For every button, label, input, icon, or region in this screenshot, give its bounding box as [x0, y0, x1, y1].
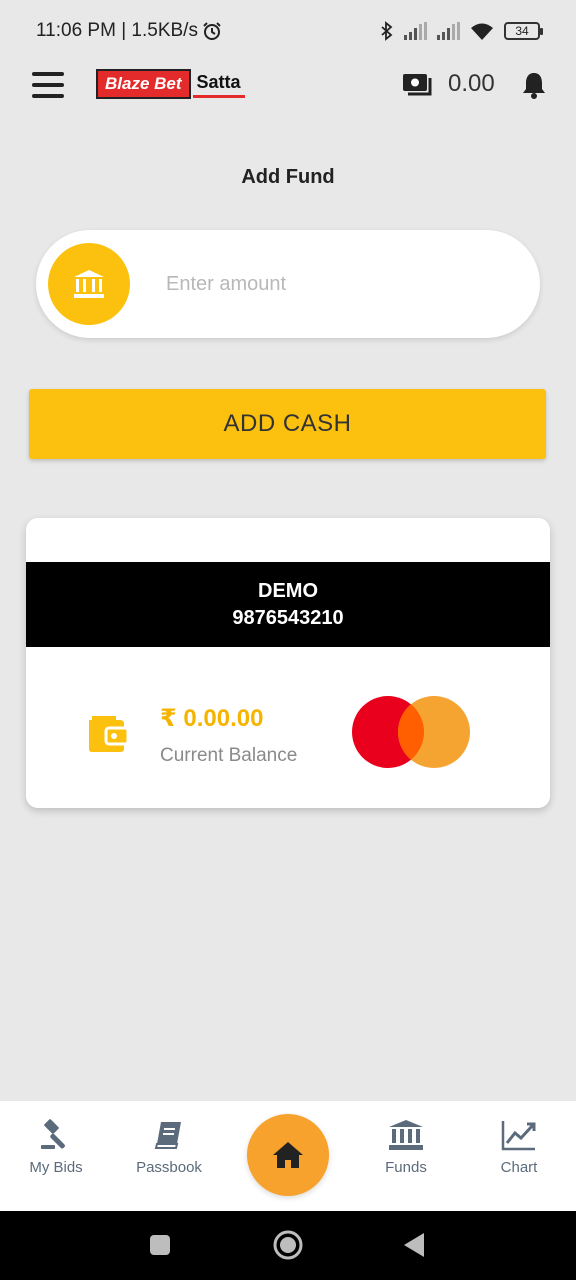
nav-label: My Bids: [29, 1159, 83, 1176]
card-user-name: DEMO: [258, 579, 318, 602]
page-title: Add Fund: [241, 166, 335, 188]
nav-label: Funds: [385, 1159, 427, 1176]
mastercard-logo: [352, 696, 470, 768]
bank-icon: [389, 1120, 423, 1150]
book-icon: [154, 1122, 181, 1149]
signal-icon-2: [437, 22, 460, 40]
bottom-nav: My Bids Passbook Funds Chart: [0, 1101, 576, 1211]
bank-icon: [74, 270, 104, 298]
status-left: 11:06 PM | 1.5KB/s: [36, 20, 222, 42]
home-icon: [273, 1142, 303, 1168]
balance-card: DEMO 9876543210 ₹ 0.00.00 Current Balanc…: [26, 518, 550, 808]
nav-passbook[interactable]: Passbook: [114, 1119, 224, 1176]
nav-funds[interactable]: Funds: [351, 1119, 461, 1176]
signal-icon: [404, 22, 427, 40]
amount-input[interactable]: [166, 264, 506, 304]
nav-label: Chart: [500, 1159, 538, 1176]
home-circle-icon[interactable]: [272, 1229, 304, 1261]
recents-icon[interactable]: [149, 1234, 171, 1256]
balance-label: Current Balance: [160, 745, 298, 766]
gavel-icon: [41, 1119, 65, 1149]
app-logo: Blaze Bet Satta: [96, 69, 245, 99]
card-user-band: DEMO 9876543210: [26, 562, 550, 647]
logo-text-right: Satta: [192, 70, 245, 98]
app-header: Blaze Bet Satta 0.00: [0, 62, 576, 108]
back-icon[interactable]: [402, 1232, 426, 1258]
nav-label: Passbook: [136, 1159, 202, 1176]
card-user-phone: 9876543210: [232, 606, 344, 629]
logo-text-left: Blaze Bet: [96, 69, 191, 99]
battery-icon: 34: [504, 22, 543, 40]
amount-input-container: [36, 230, 540, 338]
chart-icon: [501, 1121, 536, 1151]
status-right: 34: [380, 21, 543, 41]
wallet-icon: [89, 716, 128, 752]
bank-badge: [48, 243, 130, 325]
nav-my-bids[interactable]: My Bids: [1, 1119, 111, 1176]
cash-icon: [403, 74, 432, 96]
balance-amount: ₹ 0.00.00: [160, 705, 264, 732]
nav-chart[interactable]: Chart: [464, 1119, 574, 1176]
bluetooth-icon: [381, 21, 393, 41]
add-cash-button[interactable]: ADD CASH: [29, 389, 546, 459]
alarm-icon: [203, 22, 221, 40]
wifi-icon: [471, 23, 493, 40]
system-nav-bar: [0, 1211, 576, 1280]
nav-home[interactable]: [247, 1114, 329, 1196]
header-wallet[interactable]: 0.00: [402, 70, 495, 98]
status-time-speed: 11:06 PM | 1.5KB/s: [36, 20, 198, 41]
battery-level: 34: [515, 24, 529, 38]
status-bar: 11:06 PM | 1.5KB/s 34: [0, 0, 576, 62]
wallet-amount: 0.00: [448, 70, 495, 97]
menu-icon[interactable]: [32, 72, 64, 98]
bell-icon[interactable]: [520, 70, 548, 100]
